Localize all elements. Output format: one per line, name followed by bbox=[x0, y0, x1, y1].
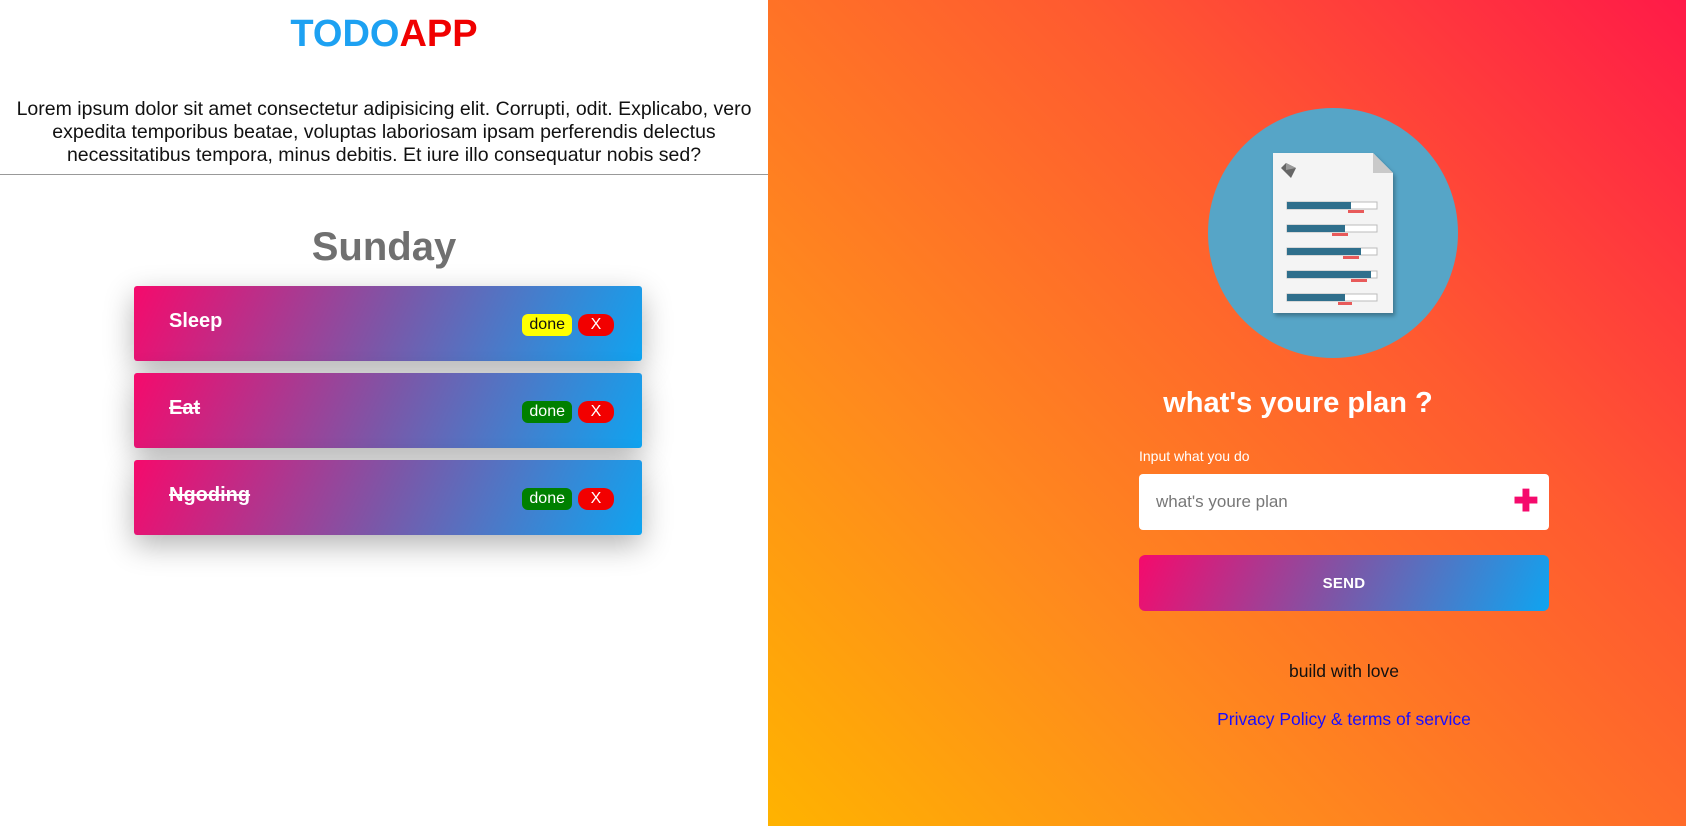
app-logo: TODOAPP bbox=[0, 0, 768, 56]
done-button[interactable]: done bbox=[522, 313, 572, 336]
task-list-panel: TODOAPP Lorem ipsum dolor sit amet conse… bbox=[0, 0, 768, 826]
day-heading: Sunday bbox=[311, 225, 457, 269]
add-task-panel: what's youre plan ? Input what you do ✚ … bbox=[768, 0, 1686, 826]
done-button[interactable]: done bbox=[522, 487, 572, 510]
input-label: Input what you do bbox=[1139, 448, 1250, 464]
task-item: Ngoding done X bbox=[134, 460, 642, 535]
delete-button[interactable]: X bbox=[578, 400, 614, 423]
logo-app-text: APP bbox=[399, 13, 478, 55]
task-label: Sleep bbox=[169, 310, 223, 332]
privacy-link[interactable]: Privacy Policy & terms of service bbox=[1139, 709, 1549, 730]
logo-todo-text: TODO bbox=[290, 13, 400, 55]
send-button[interactable]: SEND bbox=[1139, 555, 1549, 611]
task-item: Sleep done X bbox=[134, 286, 642, 361]
task-input[interactable] bbox=[1139, 474, 1503, 530]
done-button[interactable]: done bbox=[522, 400, 572, 423]
delete-button[interactable]: X bbox=[578, 313, 614, 336]
app-header: TODOAPP Lorem ipsum dolor sit amet conse… bbox=[0, 0, 768, 175]
document-icon bbox=[1273, 153, 1393, 313]
task-list: Sleep done X Eat done X Ngoding done X bbox=[134, 286, 642, 535]
form-title: what's youre plan ? bbox=[1163, 387, 1433, 419]
task-label: Ngoding bbox=[169, 484, 251, 506]
document-illustration bbox=[1208, 108, 1458, 358]
task-item: Eat done X bbox=[134, 373, 642, 448]
tagline: build with love bbox=[1289, 661, 1399, 681]
delete-button[interactable]: X bbox=[578, 487, 614, 510]
plus-icon[interactable]: ✚ bbox=[1503, 487, 1549, 517]
intro-paragraph: Lorem ipsum dolor sit amet consectetur a… bbox=[16, 98, 752, 166]
task-label: Eat bbox=[169, 397, 201, 419]
task-input-wrapper: ✚ bbox=[1139, 474, 1549, 530]
